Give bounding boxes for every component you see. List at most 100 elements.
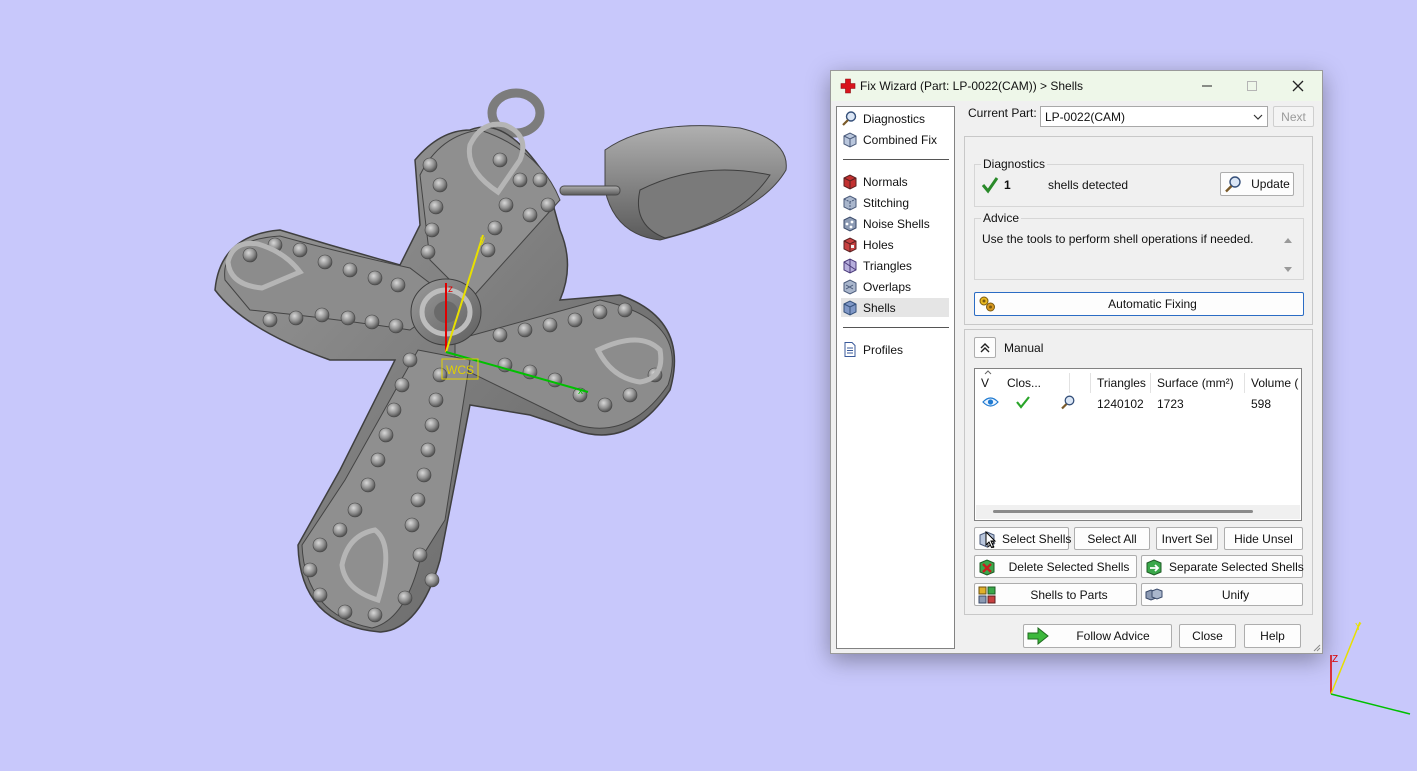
resize-grip-icon[interactable] xyxy=(1311,642,1321,652)
scroll-up-icon[interactable] xyxy=(1283,236,1293,244)
nav-item-label: Diagnostics xyxy=(863,111,926,126)
fix-category-list: Diagnostics Combined Fix Normals Stitchi… xyxy=(836,106,955,649)
follow-advice-label: Follow Advice xyxy=(1076,629,1150,643)
scrollbar-thumb[interactable] xyxy=(993,510,1253,513)
green-checkmark-icon xyxy=(1016,396,1030,409)
help-button[interactable]: Help xyxy=(1244,624,1301,648)
column-divider xyxy=(1150,373,1151,393)
nav-item-profiles[interactable]: Profiles xyxy=(841,340,949,359)
nav-item-overlaps[interactable]: Overlaps xyxy=(841,277,949,296)
shells-to-parts-button[interactable]: Shells to Parts xyxy=(974,583,1137,606)
gears-icon xyxy=(979,296,995,312)
unify-button[interactable]: Unify xyxy=(1141,583,1303,606)
column-header-closed[interactable]: Clos... xyxy=(1007,376,1041,390)
select-all-button[interactable]: Select All xyxy=(1074,527,1150,550)
wcs-label: WCS xyxy=(446,363,474,377)
axis-y-label: y xyxy=(480,235,485,246)
cell-triangles: 1240102 xyxy=(1097,397,1144,411)
nav-item-diagnostics[interactable]: Diagnostics xyxy=(841,109,949,128)
diagnostics-advice-panel: Diagnostics 1 shells detected Update Adv… xyxy=(964,136,1313,325)
maximize-button[interactable] xyxy=(1230,71,1274,101)
advice-group-title: Advice xyxy=(981,211,1022,225)
mouse-cursor-icon xyxy=(985,531,997,549)
follow-advice-button[interactable]: Follow Advice xyxy=(1023,624,1172,648)
column-divider xyxy=(1069,373,1070,393)
delete-selected-shells-label: Delete Selected Shells xyxy=(1008,559,1130,574)
collapse-manual-button[interactable] xyxy=(974,337,996,358)
column-header-triangles[interactable]: Triangles xyxy=(1097,376,1146,390)
cell-surface: 1723 xyxy=(1157,397,1184,411)
nav-item-noise-shells[interactable]: Noise Shells xyxy=(841,214,949,233)
delete-selected-shells-button[interactable]: Delete Selected Shells xyxy=(974,555,1137,578)
close-button[interactable]: Close xyxy=(1179,624,1236,648)
scroll-down-icon[interactable] xyxy=(1283,266,1293,274)
chevron-down-icon xyxy=(1253,114,1263,120)
separate-cube-icon xyxy=(1146,558,1162,576)
nav-item-label: Noise Shells xyxy=(863,216,930,231)
advice-group: Advice Use the tools to perform shell op… xyxy=(974,211,1304,280)
horizontal-scrollbar[interactable] xyxy=(976,505,1300,519)
automatic-fixing-label: Automatic Fixing xyxy=(1108,297,1197,311)
column-divider xyxy=(1244,373,1245,393)
nav-item-label: Profiles xyxy=(863,342,904,357)
column-header-surface[interactable]: Surface (mm²) xyxy=(1157,376,1234,390)
shells-table[interactable]: V Clos... Triangles Surface (mm²) Volume… xyxy=(974,368,1302,521)
nav-item-label: Combined Fix xyxy=(863,132,938,147)
shells-count: 1 xyxy=(1004,178,1011,192)
separate-selected-shells-button[interactable]: Separate Selected Shells xyxy=(1141,555,1304,578)
double-chevron-up-icon xyxy=(980,342,990,352)
next-button[interactable]: Next xyxy=(1273,106,1314,127)
nav-item-stitching[interactable]: Stitching xyxy=(841,193,949,212)
delete-cube-icon xyxy=(979,558,995,576)
nav-separator xyxy=(843,159,949,160)
invert-selection-button[interactable]: Invert Sel xyxy=(1156,527,1218,550)
column-header-visible[interactable]: V xyxy=(981,376,989,390)
current-part-select[interactable]: LP-0022(CAM) xyxy=(1040,106,1268,127)
select-shells-label: Select Shells xyxy=(1002,531,1072,546)
nav-item-label: Normals xyxy=(863,174,908,189)
update-label: Update xyxy=(1251,177,1290,191)
nav-item-label: Stitching xyxy=(863,195,910,210)
minimize-button[interactable] xyxy=(1185,71,1229,101)
hide-unselected-button[interactable]: Hide Unsel xyxy=(1224,527,1303,550)
nav-item-holes[interactable]: Holes xyxy=(841,235,949,254)
nav-item-label: Triangles xyxy=(863,258,912,273)
nav-item-label: Overlaps xyxy=(863,279,912,294)
stitching-cube-icon xyxy=(843,195,857,211)
corner-axis-y-label: Y xyxy=(1355,622,1362,633)
red-cross-icon xyxy=(840,78,856,94)
unify-label: Unify xyxy=(1221,587,1250,602)
nav-item-normals[interactable]: Normals xyxy=(841,172,949,191)
update-button[interactable]: Update xyxy=(1220,172,1294,196)
overlaps-cube-icon xyxy=(843,279,857,295)
table-row[interactable]: 1240102 1723 598 xyxy=(975,393,1301,413)
column-header-volume[interactable]: Volume ( xyxy=(1251,376,1298,390)
diagnostics-group: Diagnostics 1 shells detected Update xyxy=(974,157,1304,207)
nav-item-combined-fix[interactable]: Combined Fix xyxy=(841,130,949,149)
nav-item-shells[interactable]: Shells xyxy=(841,298,949,317)
eye-visible-icon[interactable] xyxy=(982,396,999,408)
green-arrow-right-icon xyxy=(1027,627,1049,645)
column-divider xyxy=(1090,373,1091,393)
sort-indicator-icon xyxy=(984,370,992,375)
document-icon xyxy=(844,342,856,357)
shells-to-parts-icon xyxy=(978,586,996,603)
automatic-fixing-button[interactable]: Automatic Fixing xyxy=(974,292,1304,316)
magnifier-icon[interactable] xyxy=(1059,394,1076,411)
nav-separator xyxy=(843,327,949,328)
cell-volume: 598 xyxy=(1251,397,1272,411)
triangles-cube-icon xyxy=(843,258,857,274)
shells-to-parts-label: Shells to Parts xyxy=(1030,587,1108,602)
magnifier-icon xyxy=(842,111,857,126)
dialog-title: Fix Wizard (Part: LP-0022(CAM)) > Shells xyxy=(860,79,1084,93)
diagnostics-group-title: Diagnostics xyxy=(981,157,1048,171)
green-checkmark-icon xyxy=(981,177,999,194)
current-part-label: Current Part: xyxy=(968,106,1037,120)
close-window-button[interactable] xyxy=(1276,71,1320,101)
minimize-icon xyxy=(1202,85,1212,87)
current-part-value: LP-0022(CAM) xyxy=(1045,110,1126,124)
nav-item-triangles[interactable]: Triangles xyxy=(841,256,949,275)
title-bar[interactable]: Fix Wizard (Part: LP-0022(CAM)) > Shells xyxy=(831,71,1322,101)
magnifier-icon xyxy=(1225,176,1241,193)
advice-text: Use the tools to perform shell operation… xyxy=(982,232,1254,246)
